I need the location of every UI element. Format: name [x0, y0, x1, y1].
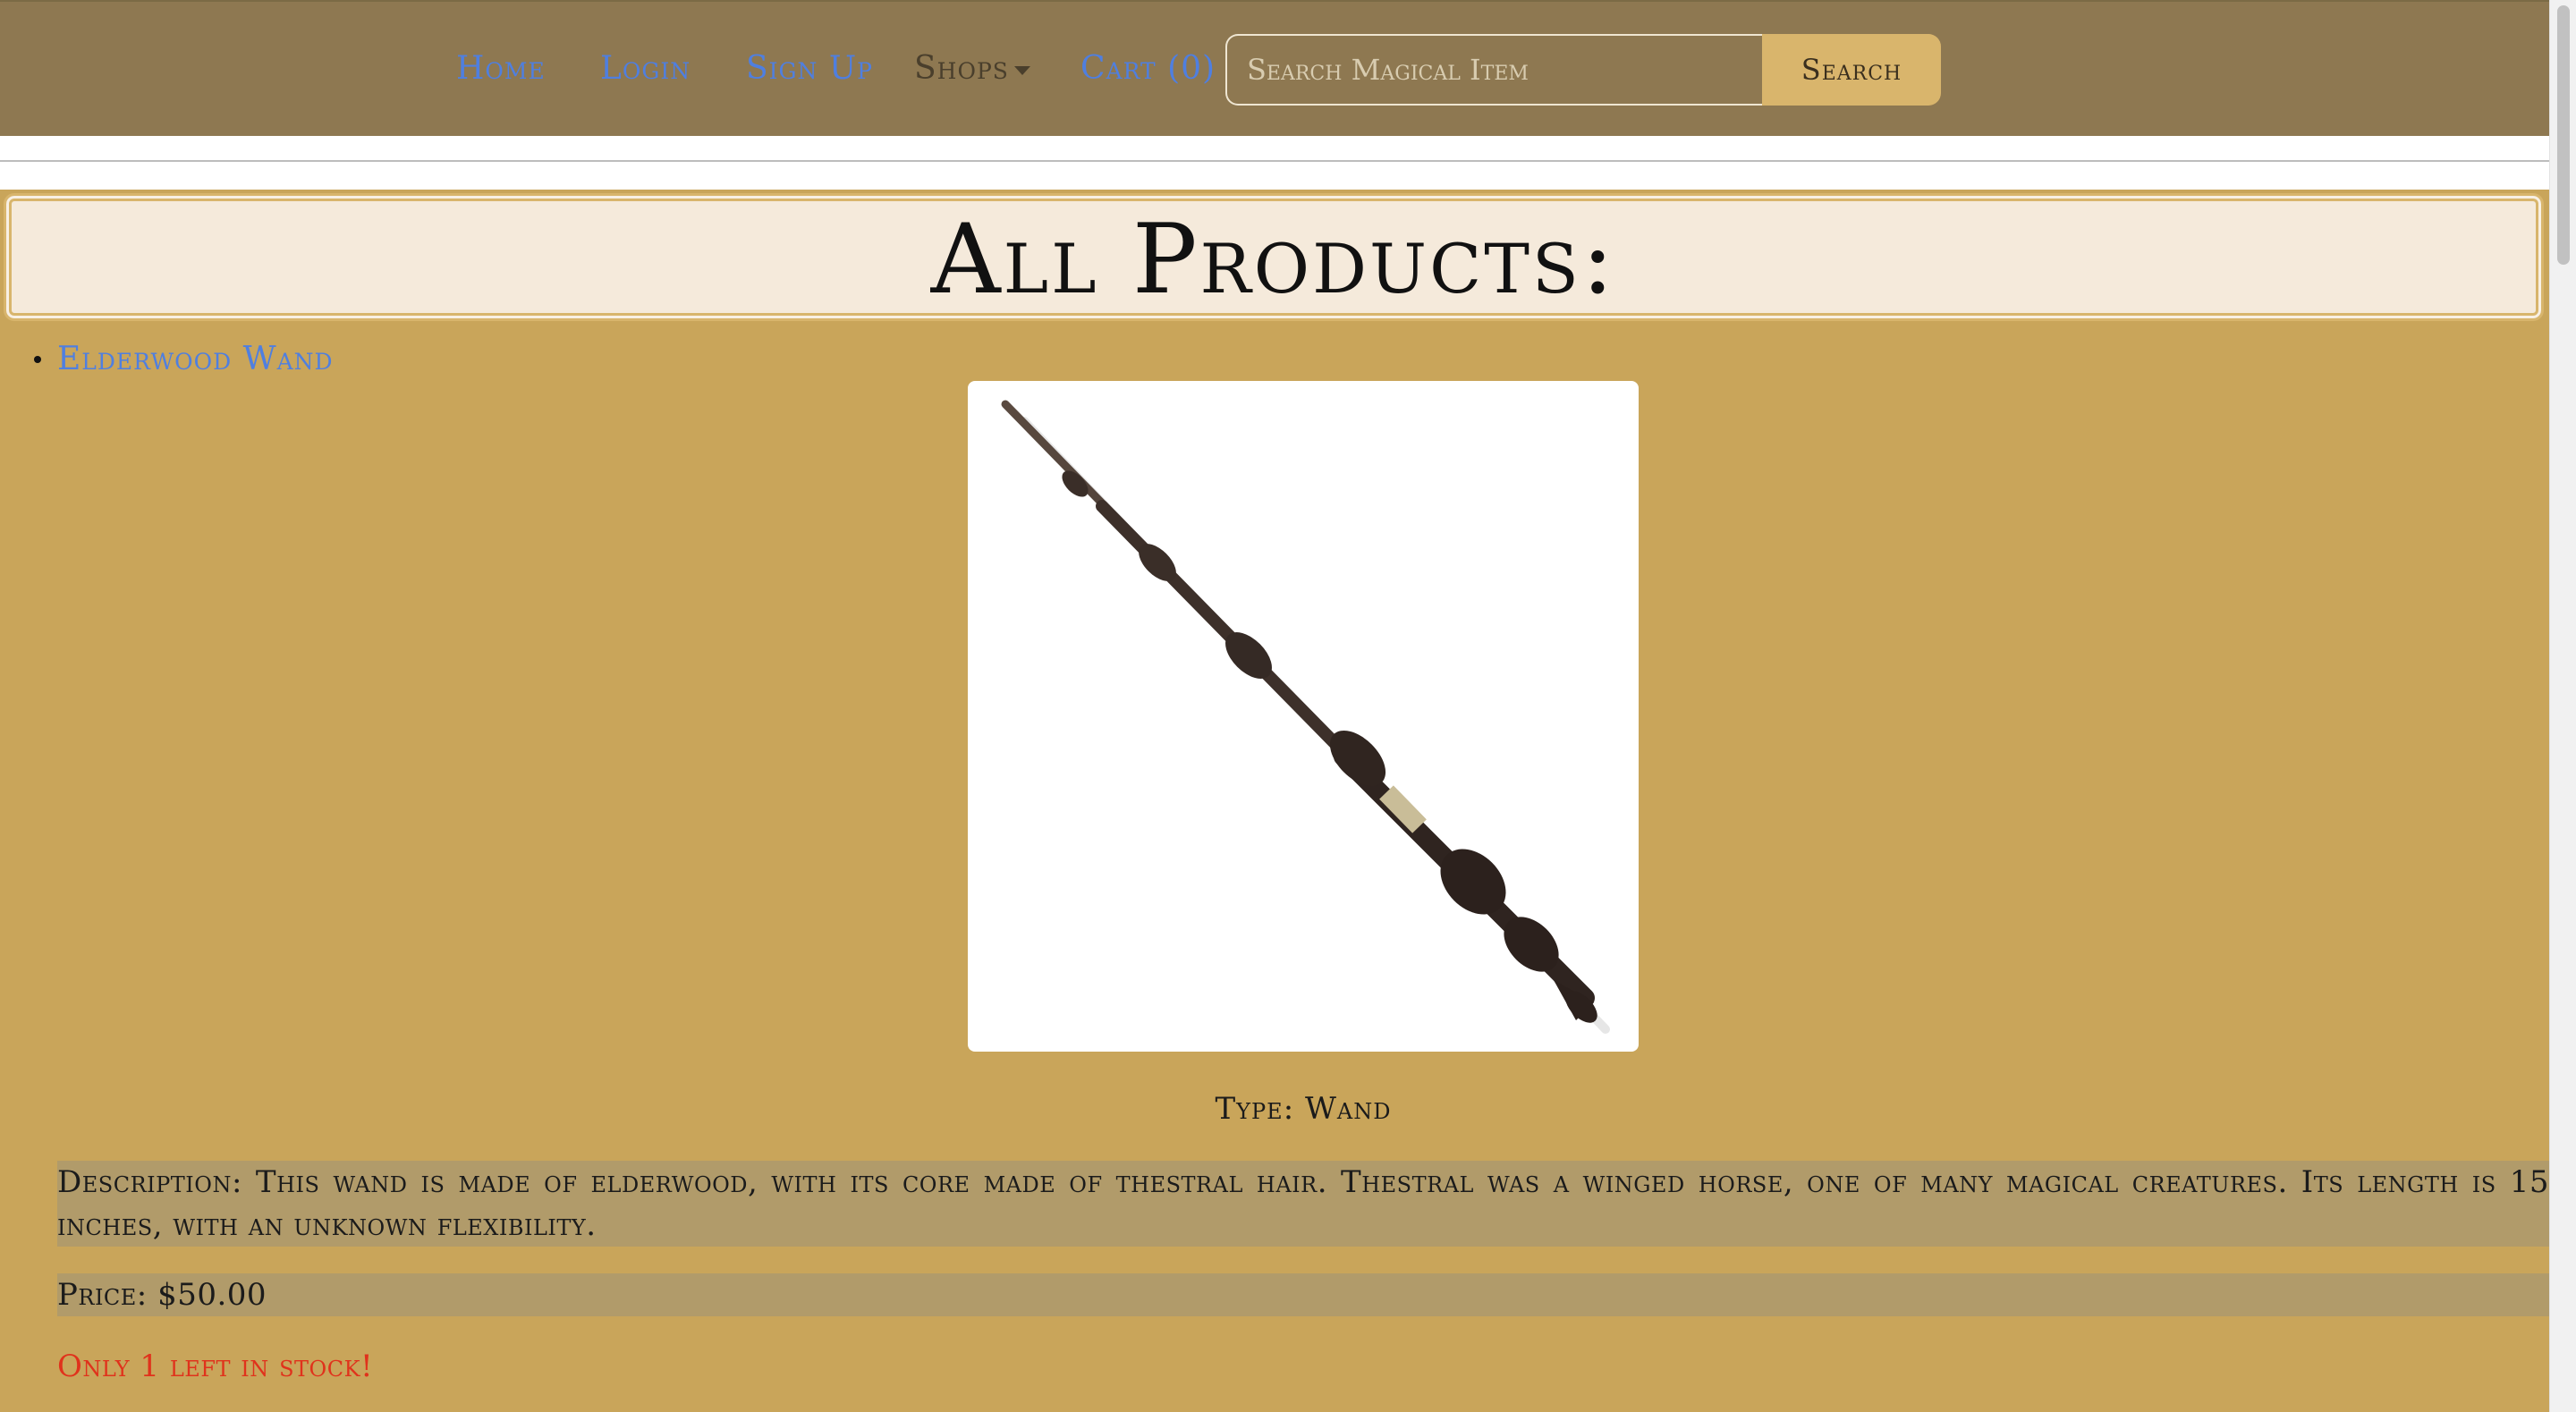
nav-login-link[interactable]: Login — [600, 47, 691, 91]
page-scrollbar[interactable] — [2549, 0, 2576, 1412]
product-description: Description: This wand is made of elderw… — [57, 1161, 2549, 1247]
page-title: All Products: — [930, 204, 1617, 316]
page-heading-box: All Products: — [4, 193, 2544, 321]
wand-image — [1001, 400, 1610, 1034]
nav-shops-label: Shops — [914, 50, 1009, 87]
header-divider — [0, 136, 2549, 190]
navbar: Home Login Sign Up Shops Cart (0) Search — [0, 0, 2549, 136]
divider-line — [0, 160, 2549, 162]
product-type: Type: Wand — [1215, 1091, 1392, 1127]
product-price: Price: $50.00 — [57, 1273, 2549, 1316]
search-input[interactable] — [1225, 34, 1762, 106]
list-bullet — [34, 356, 41, 363]
search-button[interactable]: Search — [1762, 34, 1941, 106]
scrollbar-thumb[interactable] — [2557, 5, 2570, 265]
caret-down-icon — [1013, 66, 1030, 75]
nav-shops-dropdown[interactable]: Shops — [914, 47, 1030, 91]
stock-status: Only 1 left in stock! — [57, 1349, 374, 1384]
product-name-link[interactable]: Elderwood Wand — [57, 338, 334, 381]
nav-signup-link[interactable]: Sign Up — [746, 47, 873, 91]
product-image — [968, 381, 1639, 1052]
nav-cart-link[interactable]: Cart (0) — [1080, 47, 1216, 91]
nav-home-link[interactable]: Home — [456, 47, 546, 91]
